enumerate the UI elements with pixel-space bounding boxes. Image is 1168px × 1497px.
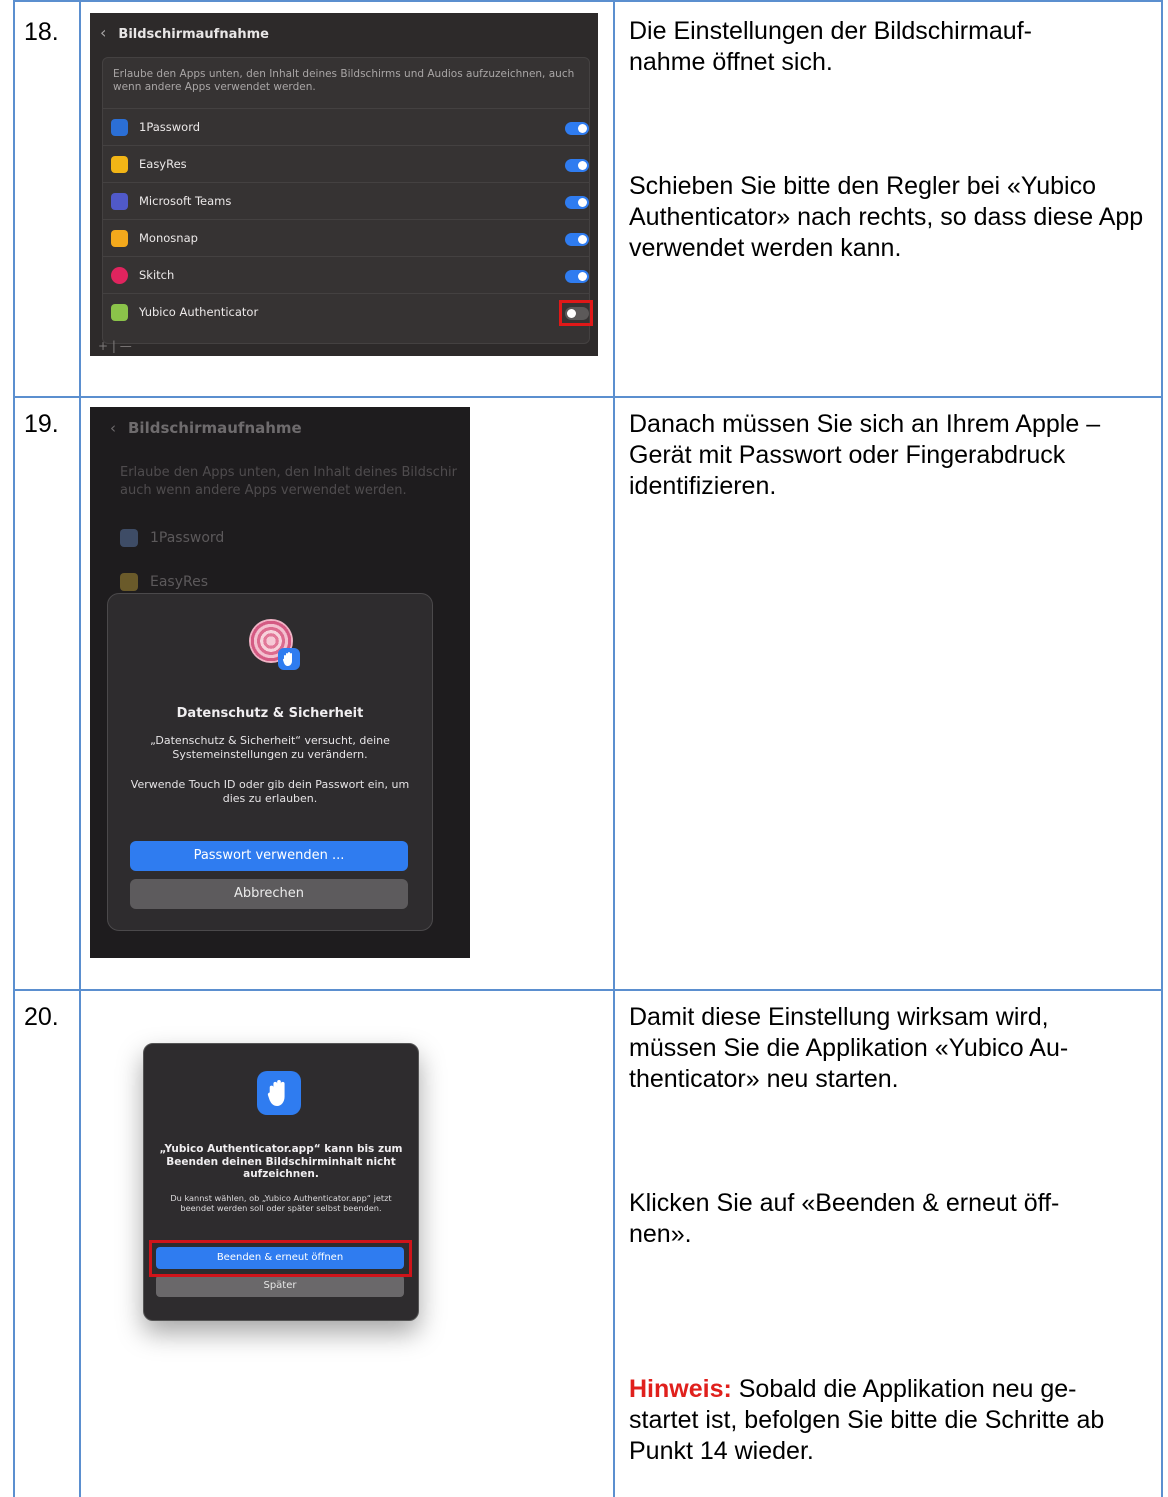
app-name: 1Password <box>150 530 225 546</box>
monosnap-icon <box>111 230 128 247</box>
dialog-title: „Yubico Authenticator.app“ kann bis zum … <box>159 1143 403 1180</box>
step-number: 18. <box>24 18 59 46</box>
dialog-message: „Datenschutz & Sicherheit“ versucht, dei… <box>150 734 390 761</box>
bg-app-row: EasyRes <box>120 573 208 591</box>
instruction-paragraph: Damit diese Einstellung wirksam wird, mü… <box>629 1003 1069 1093</box>
step-instructions: Die Einstellungen der Bildschirmauf-nahm… <box>629 16 1149 264</box>
app-name: Monosnap <box>139 231 198 245</box>
app-row-yubico: Yubico Authenticator <box>103 293 593 331</box>
hint-paragraph: Hinweis: Sobald die Applikation neu ge-s… <box>629 1374 1134 1467</box>
chevron-left-icon[interactable]: ‹ <box>100 23 106 42</box>
table-row-divider <box>13 989 1163 991</box>
toggle-switch-on[interactable] <box>565 233 589 246</box>
table-border-right <box>1161 0 1163 1497</box>
table-border-top <box>13 0 1163 2</box>
step-number: 20. <box>24 1003 59 1031</box>
app-name: Skitch <box>139 268 175 282</box>
app-row-skitch: Skitch <box>103 256 589 294</box>
screen-recording-settings-screenshot: ‹ Bildschirmaufnahme Erlaube den Apps unt… <box>90 13 598 356</box>
1password-icon <box>111 119 128 136</box>
step-instructions: Danach müssen Sie sich an Ihrem Apple – … <box>629 409 1149 502</box>
table-column-divider <box>613 0 615 1497</box>
dialog-title: Datenschutz & Sicherheit <box>176 706 364 721</box>
toggle-switch-on[interactable] <box>565 159 589 172</box>
dialog-message: Du kannst wählen, ob „Yubico Authenticat… <box>170 1193 392 1213</box>
settings-title: Bildschirmaufnahme <box>128 419 302 437</box>
app-name: EasyRes <box>150 574 209 590</box>
step-instructions: Damit diese Einstellung wirksam wird, mü… <box>629 1002 1149 1467</box>
settings-description: Erlaube den Apps unten, den Inhalt deine… <box>113 68 575 93</box>
app-row-monosnap: Monosnap <box>103 219 589 257</box>
yubico-icon <box>111 304 128 321</box>
hint-label: Hinweis: <box>629 1375 732 1403</box>
instruction-paragraph: Danach müssen Sie sich an Ihrem Apple – … <box>629 410 1101 500</box>
apps-panel: Erlaube den Apps unten, den Inhalt deine… <box>102 57 593 344</box>
step-number: 19. <box>24 410 59 438</box>
bg-app-row: 1Password <box>120 529 224 547</box>
auth-dialog: Datenschutz & Sicherheit „Datenschutz & … <box>107 593 433 931</box>
app-name: Yubico Authenticator <box>139 305 259 319</box>
app-name: EasyRes <box>139 157 187 171</box>
toggle-switch-on[interactable] <box>565 270 589 283</box>
app-name: Microsoft Teams <box>139 194 232 208</box>
toggle-switch-on[interactable] <box>565 122 589 135</box>
add-remove-controls[interactable]: + | — <box>98 339 132 353</box>
use-password-button[interactable]: Passwort verwenden ... <box>130 841 408 871</box>
settings-header: ‹ Bildschirmaufnahme <box>110 419 302 437</box>
easyres-icon <box>120 573 138 591</box>
teams-icon <box>111 193 128 210</box>
skitch-icon <box>111 267 128 284</box>
app-name: 1Password <box>139 120 201 134</box>
description-line: Erlaube den Apps unten, den Inhalt deine… <box>120 465 458 480</box>
table-row-divider <box>13 396 1163 398</box>
settings-title: Bildschirmaufnahme <box>118 27 269 42</box>
cancel-button[interactable]: Abbrechen <box>130 879 408 909</box>
settings-header: ‹ Bildschirmaufnahme <box>100 23 269 42</box>
dialog-message: Verwende Touch ID oder gib dein Passwort… <box>130 778 410 805</box>
app-row-teams: Microsoft Teams <box>103 182 589 220</box>
hand-icon <box>257 1071 301 1115</box>
highlight-box <box>559 300 593 326</box>
app-row-easyres: EasyRes <box>103 145 589 183</box>
later-button[interactable]: Später <box>156 1275 404 1297</box>
easyres-icon <box>111 156 128 173</box>
app-row-1password: 1Password <box>103 108 589 146</box>
touch-id-dialog-screenshot: ‹ Bildschirmaufnahme Erlaube den Apps unt… <box>90 407 470 958</box>
instruction-paragraph: Schieben Sie bitte den Regler bei «Yubic… <box>629 172 1144 262</box>
settings-description: Erlaube den Apps unten, den Inhalt deine… <box>120 464 470 500</box>
highlight-box <box>149 1240 412 1277</box>
table-column-divider <box>79 0 81 1497</box>
instruction-paragraph: Die Einstellungen der Bildschirmauf-nahm… <box>629 17 1032 76</box>
table-border-left <box>13 0 15 1497</box>
toggle-switch-on[interactable] <box>565 196 589 209</box>
chevron-left-icon[interactable]: ‹ <box>110 419 116 437</box>
description-line: auch wenn andere Apps verwendet werden. <box>120 483 407 498</box>
1password-icon <box>120 529 138 547</box>
hand-icon <box>278 648 300 670</box>
instruction-paragraph: Klicken Sie auf «Beenden & erneut öff-ne… <box>629 1189 1060 1248</box>
restart-app-dialog-screenshot: „Yubico Authenticator.app“ kann bis zum … <box>143 1043 419 1321</box>
